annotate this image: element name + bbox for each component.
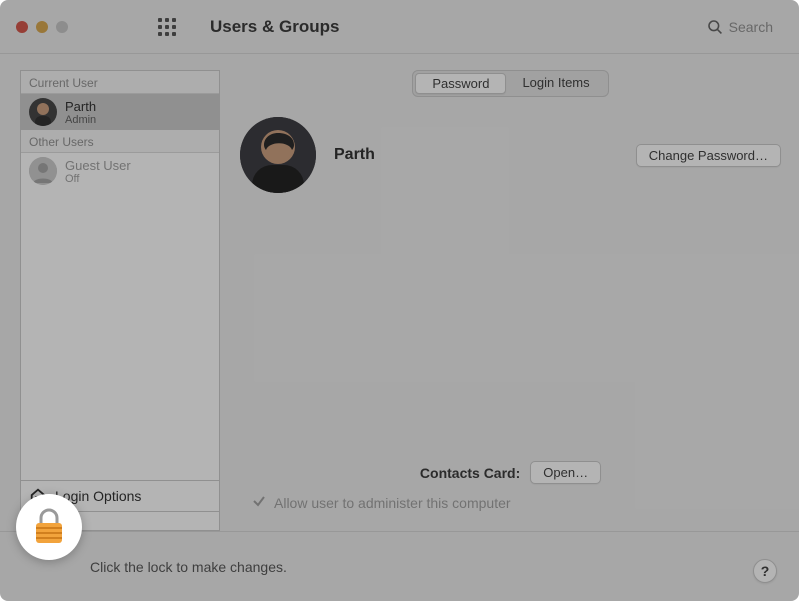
- admin-checkbox-label: Allow user to administer this computer: [274, 495, 511, 511]
- lock-button[interactable]: [16, 494, 82, 560]
- user-display-name: Parth: [334, 146, 618, 164]
- help-button[interactable]: ?: [753, 559, 777, 583]
- nav-arrows: [104, 18, 124, 36]
- search-icon: [707, 19, 723, 35]
- change-password-button[interactable]: Change Password…: [636, 144, 781, 167]
- avatar: [29, 98, 57, 126]
- sidebar-section-other: Other Users: [21, 130, 219, 153]
- admin-privilege-row: Allow user to administer this computer: [240, 494, 781, 511]
- user-role: Off: [65, 173, 131, 185]
- user-texts: Parth Admin: [65, 99, 96, 126]
- sidebar-user-current[interactable]: Parth Admin: [21, 94, 219, 130]
- user-texts: Guest User Off: [65, 158, 131, 185]
- search-placeholder: Search: [729, 19, 773, 35]
- window-title: Users & Groups: [210, 17, 691, 37]
- tab-bar: Password Login Items: [240, 70, 781, 97]
- contacts-card-row: Contacts Card: Open…: [240, 461, 781, 484]
- lock-hint-text: Click the lock to make changes.: [90, 559, 287, 575]
- user-name: Parth: [65, 99, 96, 114]
- admin-checkbox[interactable]: [252, 494, 266, 511]
- footer: Click the lock to make changes. ?: [0, 531, 799, 601]
- window-controls: [16, 21, 68, 33]
- content-area: Current User Parth Admin Other Users Gue…: [0, 54, 799, 531]
- check-icon: [252, 494, 266, 508]
- main-pane: Password Login Items Parth Change Passwo…: [240, 70, 781, 531]
- minimize-button[interactable]: [36, 21, 48, 33]
- open-contacts-button[interactable]: Open…: [530, 461, 601, 484]
- zoom-button[interactable]: [56, 21, 68, 33]
- users-sidebar: Current User Parth Admin Other Users Gue…: [20, 70, 220, 531]
- close-button[interactable]: [16, 21, 28, 33]
- tab-group: Password Login Items: [412, 70, 608, 97]
- toolbar: Users & Groups Search: [0, 0, 799, 54]
- lock-icon: [32, 507, 66, 547]
- sidebar-spacer: [21, 189, 219, 480]
- tab-password[interactable]: Password: [415, 73, 506, 94]
- user-name: Guest User: [65, 158, 131, 173]
- sidebar-user-guest[interactable]: Guest User Off: [21, 153, 219, 189]
- user-avatar[interactable]: [240, 117, 316, 193]
- sidebar-section-current: Current User: [21, 71, 219, 94]
- search-field[interactable]: Search: [707, 19, 783, 35]
- preferences-window: Users & Groups Search Current User Parth…: [0, 0, 799, 601]
- tab-login-items[interactable]: Login Items: [506, 73, 605, 94]
- avatar: [29, 157, 57, 185]
- user-header: Parth Change Password…: [240, 117, 781, 193]
- show-all-button[interactable]: [158, 18, 176, 36]
- user-role: Admin: [65, 114, 96, 126]
- contacts-card-label: Contacts Card:: [420, 465, 520, 481]
